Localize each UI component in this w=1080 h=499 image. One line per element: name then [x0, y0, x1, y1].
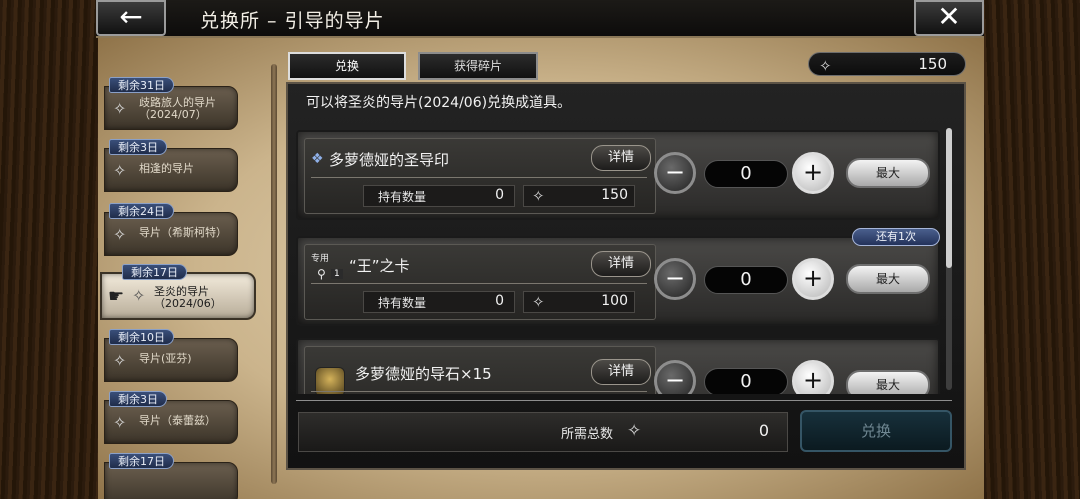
- gem-icon: ❖: [311, 151, 324, 167]
- sidebar-item-sacred-flame-shard[interactable]: 剩余17日 ☛ ✧ 圣炎的导片（2024/06）: [100, 264, 256, 320]
- item-name: 多萝德娅的圣导印: [329, 151, 450, 169]
- quantity-field[interactable]: 0: [704, 368, 788, 394]
- increase-button[interactable]: +: [792, 258, 834, 300]
- owned-count: 持有数量 0: [363, 291, 515, 313]
- detail-button[interactable]: 详情: [591, 251, 651, 277]
- total-label: 所需总数: [561, 427, 614, 442]
- pointing-hand-icon: ☛: [108, 286, 125, 307]
- quantity-field[interactable]: 0: [704, 160, 788, 188]
- cost-value: 100: [601, 293, 628, 309]
- max-button[interactable]: 最大: [846, 370, 930, 394]
- remaining-days-badge: 剩余24日: [109, 203, 174, 219]
- exclusive-tag: 专用: [311, 254, 330, 264]
- spark-icon: ✧: [113, 99, 127, 118]
- currency-display: ✧ 150: [808, 52, 966, 76]
- bulb-icon: ⚲: [317, 267, 326, 281]
- owned-label: 持有数量: [378, 190, 427, 204]
- owned-label: 持有数量: [378, 296, 427, 310]
- item-info: 多萝德娅的导石×15 详情: [304, 346, 656, 394]
- sidebar-item-label: 导片(亚芬): [139, 352, 192, 365]
- spark-icon: ✧: [627, 421, 642, 441]
- cost: ✧ 100: [523, 291, 635, 313]
- max-button[interactable]: 最大: [846, 158, 930, 188]
- spark-icon: ✧: [113, 161, 127, 180]
- total-value: 0: [758, 421, 769, 440]
- close-button[interactable]: ✕: [914, 0, 984, 36]
- page-title: 兑换所 – 引导的导片: [200, 10, 385, 32]
- owned-value: 0: [495, 293, 504, 309]
- spark-icon: ✧: [113, 351, 127, 370]
- item-info: ❖ 多萝德娅的圣导印 详情 持有数量 0 ✧ 150: [304, 138, 656, 214]
- cost-value: 150: [601, 187, 628, 203]
- spark-icon: ✧: [132, 286, 146, 305]
- sidebar-item-encounter-shard[interactable]: 剩余3日 ✧ 相逢的导片: [104, 139, 238, 192]
- remaining-days-badge: 剩余17日: [122, 264, 187, 280]
- remaining-days-badge: 剩余17日: [109, 453, 174, 469]
- sidebar-item-travelers-shard[interactable]: 剩余31日 ✧ 歧路旅人的导片（2024/07）: [104, 77, 238, 130]
- stone-icon: [315, 367, 345, 394]
- currency-value: 150: [918, 55, 947, 73]
- list-item-clip: 多萝德娅的导石×15 详情 − 0 + 最大: [296, 338, 940, 394]
- owned-value: 0: [495, 187, 504, 203]
- tab-get-fragments[interactable]: 获得碎片: [418, 52, 538, 80]
- detail-button[interactable]: 详情: [591, 145, 651, 171]
- back-button[interactable]: ←: [96, 0, 166, 36]
- item-name: “王”之卡: [349, 257, 410, 275]
- tab-exchange[interactable]: 兑换: [288, 52, 406, 80]
- remaining-days-badge: 剩余10日: [109, 329, 174, 345]
- divider: [311, 283, 647, 284]
- sidebar-item-label: 导片（泰蕾兹）: [139, 414, 216, 427]
- list-item: ❖ 多萝德娅的圣导印 详情 持有数量 0 ✧ 150 − 0 + 最大: [296, 130, 940, 220]
- wood-frame-right: [984, 0, 1080, 499]
- footer-divider: [296, 400, 952, 401]
- max-button[interactable]: 最大: [846, 264, 930, 294]
- wood-frame-left: [0, 0, 98, 499]
- item-name: 多萝德娅的导石×15: [355, 365, 492, 383]
- decrease-button[interactable]: −: [654, 360, 696, 394]
- decrease-button[interactable]: −: [654, 152, 696, 194]
- sidebar-item-label: 导片（希斯柯特）: [139, 226, 227, 239]
- sidebar-item-therese-shard[interactable]: 剩余3日 ✧ 导片（泰蕾兹）: [104, 391, 238, 444]
- spark-icon: ✧: [113, 225, 127, 244]
- exchange-description: 可以将圣炎的导片(2024/06)兑换成道具。: [306, 95, 572, 111]
- sidebar-item-label: 歧路旅人的导片（2024/07）: [139, 96, 216, 121]
- divider: [311, 177, 647, 178]
- sidebar-scrollbar[interactable]: [271, 64, 277, 484]
- detail-button[interactable]: 详情: [591, 359, 651, 385]
- sidebar-item-label: 圣炎的导片（2024/06）: [154, 285, 222, 310]
- sidebar-item-label: 相逢的导片: [139, 162, 194, 175]
- spark-icon: ✧: [113, 413, 127, 432]
- sidebar-item-afen-shard[interactable]: 剩余10日 ✧ 导片(亚芬): [104, 329, 238, 382]
- total-required: 所需总数 ✧ 0: [298, 412, 788, 452]
- sidebar-item-partial[interactable]: 剩余17日: [104, 453, 238, 499]
- owned-count: 持有数量 0: [363, 185, 515, 207]
- remaining-days-badge: 剩余3日: [109, 139, 167, 155]
- divider: [311, 391, 647, 392]
- sidebar-item-heathcote-shard[interactable]: 剩余24日 ✧ 导片（希斯柯特）: [104, 203, 238, 256]
- item-info: 专用 ⚲ 1 “王”之卡 详情 持有数量 0 ✧ 100: [304, 244, 656, 320]
- cost: ✧ 150: [523, 185, 635, 207]
- back-arrow-icon: ←: [119, 0, 143, 33]
- increase-button[interactable]: +: [792, 152, 834, 194]
- remaining-days-badge: 剩余3日: [109, 391, 167, 407]
- decrease-button[interactable]: −: [654, 258, 696, 300]
- remaining-limit-badge: 还有1次: [852, 228, 940, 246]
- game-screen: ← 兑换所 – 引导的导片 ✕ 剩余31日 ✧ 歧路旅人的导片（2024/07）…: [0, 0, 1080, 499]
- scroll-thumb[interactable]: [946, 128, 952, 268]
- exchange-button[interactable]: 兑换: [800, 410, 952, 452]
- quantity-field[interactable]: 0: [704, 266, 788, 294]
- list-item: 多萝德娅的导石×15 详情 − 0 + 最大: [296, 338, 940, 394]
- remaining-days-badge: 剩余31日: [109, 77, 174, 93]
- spark-icon: ✧: [532, 187, 545, 205]
- bulb-count: 1: [331, 269, 343, 279]
- increase-button[interactable]: +: [792, 360, 834, 394]
- spark-icon: ✧: [532, 293, 545, 311]
- close-icon: ✕: [937, 0, 961, 33]
- list-item: 专用 ⚲ 1 “王”之卡 详情 持有数量 0 ✧ 100 − 0 + 最大: [296, 236, 940, 326]
- spark-icon: ✧: [819, 57, 832, 75]
